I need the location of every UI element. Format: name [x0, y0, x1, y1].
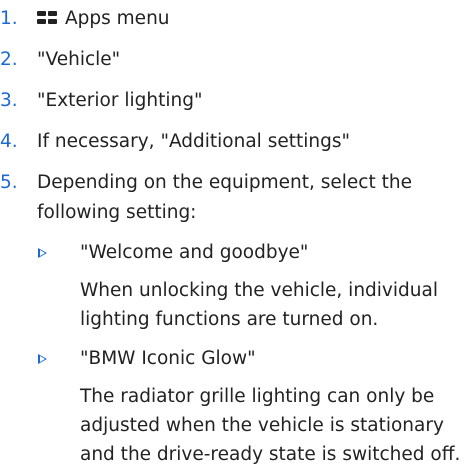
triangle-bullet-icon: [38, 248, 47, 258]
step-text: Depending on the equipment, select the f…: [37, 172, 412, 223]
step-text: "Exterior lighting": [37, 90, 203, 111]
step-text: If necessary, "Additional settings": [37, 131, 350, 152]
step-text: "Vehicle": [37, 49, 121, 70]
step-number: 1.: [0, 8, 18, 29]
step-number: 4.: [0, 131, 18, 152]
steps-list: 1. Apps menu 2. "Vehicle" 3. "Exterior l…: [0, 4, 474, 469]
step-number: 3.: [0, 90, 18, 111]
step-5: 5. Depending on the equipment, select th…: [0, 168, 474, 469]
setting-description: When unlocking the vehicle, individual l…: [80, 280, 438, 330]
setting-label: "BMW Iconic Glow": [80, 348, 256, 369]
step-3: 3. "Exterior lighting": [0, 86, 474, 116]
step-number: 5.: [0, 172, 18, 193]
settings-list: "Welcome and goodbye" When unlocking the…: [37, 238, 474, 469]
step-text: Apps menu: [65, 8, 170, 29]
triangle-bullet-icon: [38, 354, 47, 364]
step-2: 2. "Vehicle": [0, 45, 474, 75]
setting-bmw-iconic-glow: "BMW Iconic Glow" The radiator grille li…: [37, 344, 474, 469]
setting-label: "Welcome and goodbye": [80, 242, 309, 263]
setting-description: The radiator grille lighting can only be…: [80, 386, 461, 465]
setting-welcome-and-goodbye: "Welcome and goodbye" When unlocking the…: [37, 238, 474, 334]
apps-grid-icon: [37, 11, 59, 25]
step-number: 2.: [0, 49, 18, 70]
step-4: 4. If necessary, "Additional settings": [0, 127, 474, 157]
step-1: 1. Apps menu: [0, 4, 474, 34]
instruction-page: 1. Apps menu 2. "Vehicle" 3. "Exterior l…: [0, 0, 474, 472]
